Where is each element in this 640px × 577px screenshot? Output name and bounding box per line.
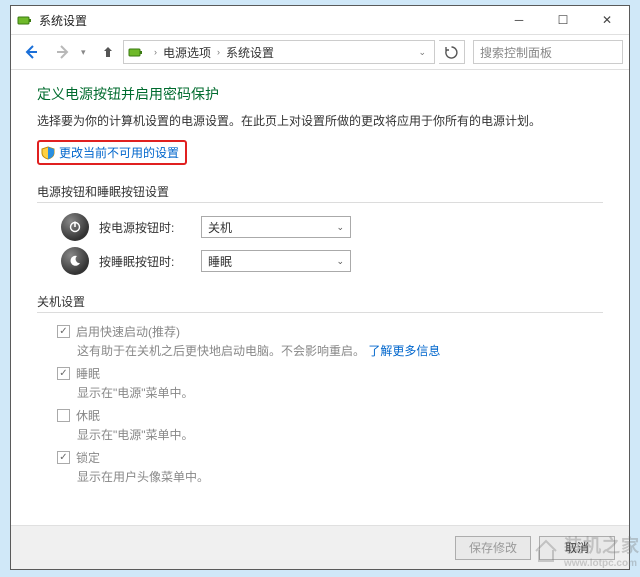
- change-unavailable-link[interactable]: 更改当前不可用的设置: [37, 140, 187, 165]
- refresh-button[interactable]: [439, 40, 465, 64]
- fast-startup-desc: 这有助于在关机之后更快地启动电脑。不会影响重启。 了解更多信息: [77, 342, 603, 359]
- divider: [37, 202, 603, 203]
- breadcrumb-settings[interactable]: 系统设置: [226, 44, 274, 61]
- hibernate-checkbox-row: 休眠: [57, 407, 603, 424]
- sleep-button-value: 睡眠: [208, 253, 232, 270]
- back-button[interactable]: [17, 38, 45, 66]
- chevron-down-icon: ⌄: [336, 222, 344, 233]
- hibernate-desc: 显示在"电源"菜单中。: [77, 426, 603, 443]
- hibernate-label: 休眠: [76, 407, 100, 424]
- change-unavailable-text: 更改当前不可用的设置: [59, 144, 179, 161]
- breadcrumb-power[interactable]: 电源选项: [163, 44, 211, 61]
- lock-checkbox-row: ✓ 锁定: [57, 449, 603, 466]
- section-shutdown-title: 关机设置: [37, 293, 603, 310]
- page-description: 选择要为你的计算机设置的电源设置。在此页上对设置所做的更改将应用于你所有的电源计…: [37, 112, 603, 130]
- up-button[interactable]: [97, 41, 119, 63]
- hibernate-checkbox: [57, 409, 70, 422]
- sleep-button-label: 按睡眠按钮时:: [99, 253, 191, 270]
- sleep-button-row: 按睡眠按钮时: 睡眠 ⌄: [61, 247, 603, 275]
- battery-icon: [128, 44, 144, 60]
- save-button: 保存修改: [455, 536, 531, 560]
- learn-more-link[interactable]: 了解更多信息: [368, 344, 440, 358]
- battery-icon: [17, 12, 33, 28]
- search-input[interactable]: 搜索控制面板: [473, 40, 623, 64]
- forward-button: [49, 38, 77, 66]
- lock-label: 锁定: [76, 449, 100, 466]
- fast-startup-checkbox-row: ✓ 启用快速启动(推荐): [57, 323, 603, 340]
- content-area: 定义电源按钮并启用密码保护 选择要为你的计算机设置的电源设置。在此页上对设置所做…: [11, 70, 629, 525]
- sleep-label: 睡眠: [76, 365, 100, 382]
- chevron-right-icon: ›: [154, 47, 157, 57]
- sleep-button-select[interactable]: 睡眠 ⌄: [201, 250, 351, 272]
- search-placeholder: 搜索控制面板: [480, 44, 552, 61]
- power-button-row: 按电源按钮时: 关机 ⌄: [61, 213, 603, 241]
- lock-checkbox: ✓: [57, 451, 70, 464]
- history-dropdown[interactable]: ▾: [81, 47, 93, 58]
- chevron-right-icon: ›: [217, 47, 220, 57]
- maximize-button[interactable]: ☐: [541, 6, 585, 34]
- close-button[interactable]: ✕: [585, 6, 629, 34]
- chevron-down-icon[interactable]: ⌄: [414, 47, 430, 58]
- divider: [37, 312, 603, 313]
- moon-icon: [61, 247, 89, 275]
- minimize-button[interactable]: ─: [497, 6, 541, 34]
- chevron-down-icon: ⌄: [336, 256, 344, 267]
- power-button-select[interactable]: 关机 ⌄: [201, 216, 351, 238]
- footer: 保存修改 取消: [11, 525, 629, 569]
- address-bar[interactable]: › 电源选项 › 系统设置 ⌄: [123, 40, 435, 64]
- sleep-checkbox: ✓: [57, 367, 70, 380]
- page-heading: 定义电源按钮并启用密码保护: [37, 84, 603, 104]
- shield-icon: [41, 146, 55, 160]
- titlebar: 系统设置 ─ ☐ ✕: [11, 6, 629, 34]
- sleep-desc: 显示在"电源"菜单中。: [77, 384, 603, 401]
- toolbar: ▾ › 电源选项 › 系统设置 ⌄ 搜索控制面板: [11, 34, 629, 70]
- power-button-value: 关机: [208, 219, 232, 236]
- fast-startup-label: 启用快速启动(推荐): [76, 323, 180, 340]
- sleep-checkbox-row: ✓ 睡眠: [57, 365, 603, 382]
- lock-desc: 显示在用户头像菜单中。: [77, 468, 603, 485]
- section-buttons-title: 电源按钮和睡眠按钮设置: [37, 183, 603, 200]
- power-button-label: 按电源按钮时:: [99, 219, 191, 236]
- power-icon: [61, 213, 89, 241]
- cancel-button[interactable]: 取消: [539, 536, 615, 560]
- settings-window: 系统设置 ─ ☐ ✕ ▾ › 电源选项 › 系统设置 ⌄ 搜索控制面板: [10, 5, 630, 570]
- fast-startup-checkbox: ✓: [57, 325, 70, 338]
- window-title: 系统设置: [39, 12, 87, 29]
